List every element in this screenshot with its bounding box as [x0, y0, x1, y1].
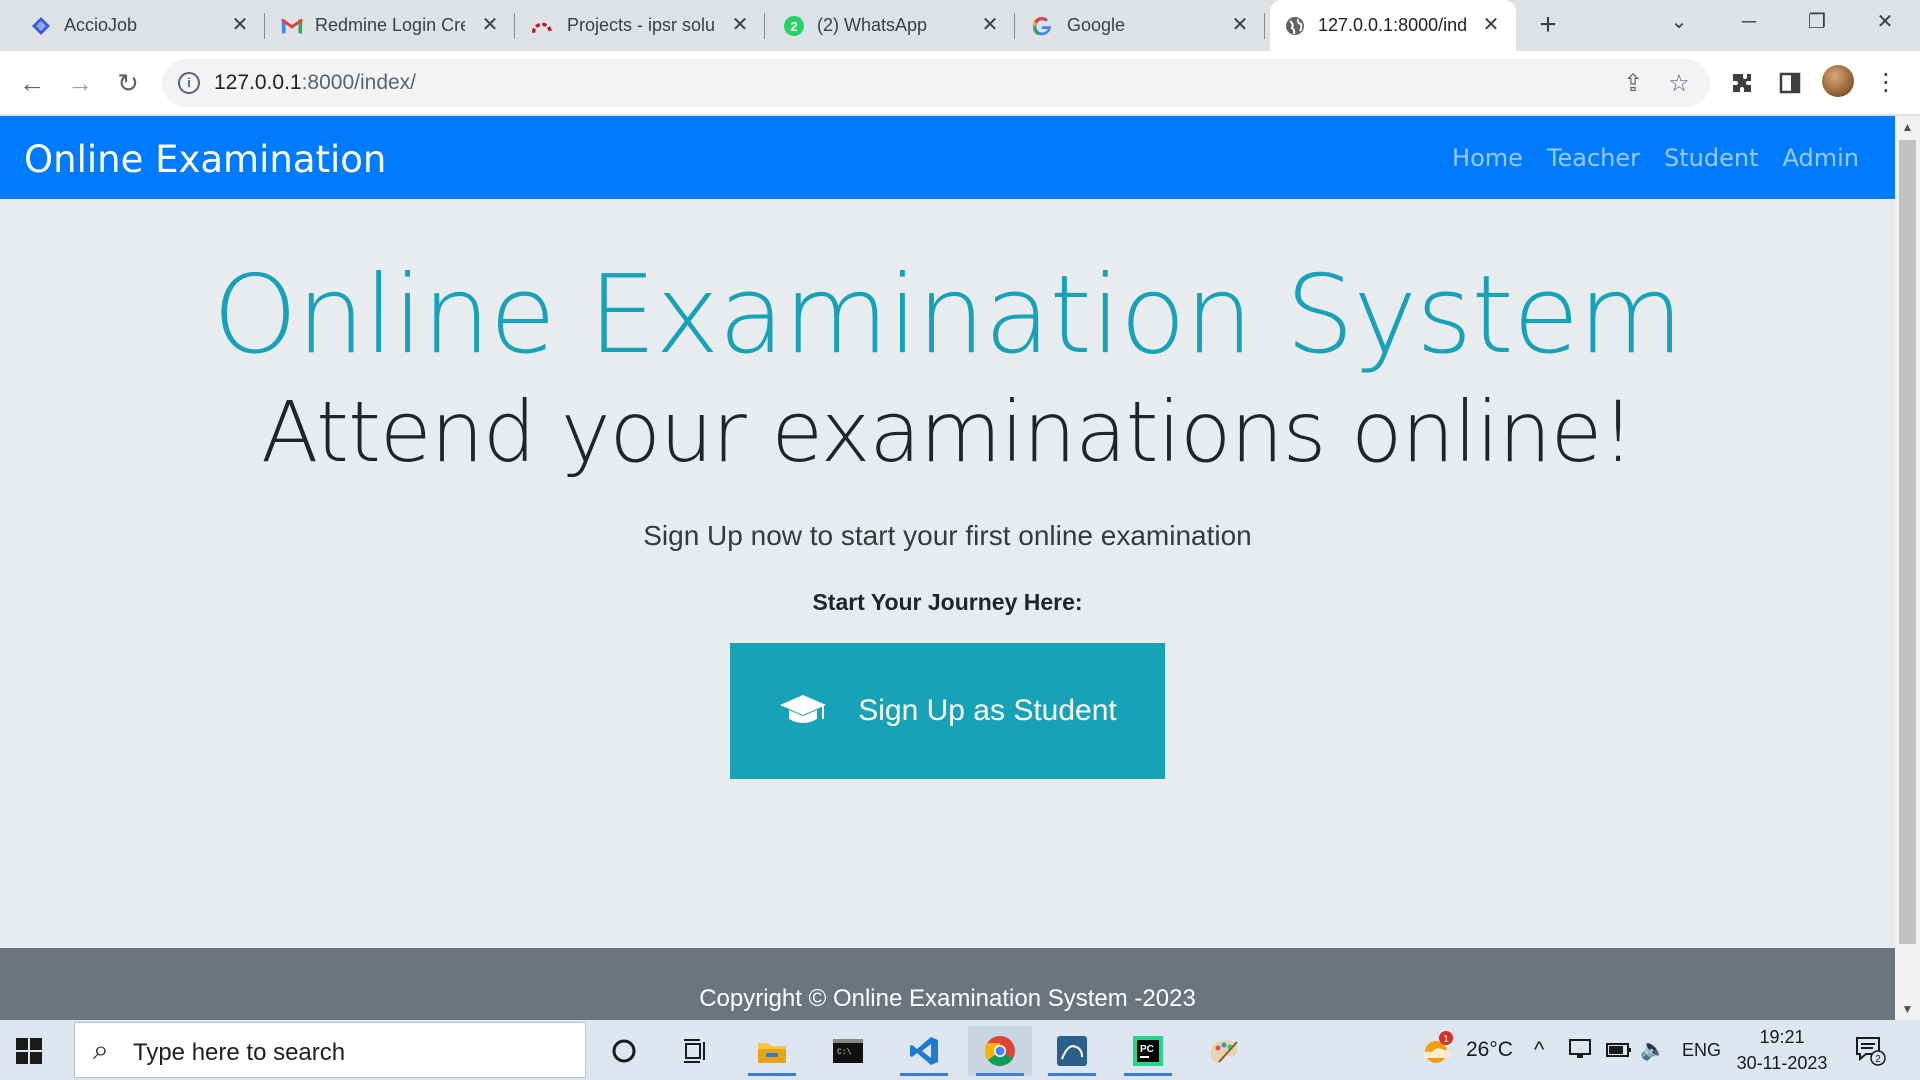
scrollbar-thumb[interactable]	[1899, 140, 1916, 944]
windows-start-icon[interactable]	[12, 1034, 46, 1068]
minimize-icon[interactable]: ─	[1715, 0, 1783, 44]
close-icon[interactable]: ✕	[977, 12, 1003, 38]
nav-link-home[interactable]: Home	[1452, 143, 1523, 173]
site-footer: Copyright © Online Examination System -2…	[0, 948, 1895, 1020]
site-info-icon[interactable]: i	[178, 72, 200, 94]
volume-icon[interactable]: 🔈	[1640, 1020, 1666, 1080]
redmine-icon	[531, 15, 553, 37]
terminal-icon[interactable]: C:\	[816, 1026, 880, 1076]
tab-gmail[interactable]: Redmine Login Cre ✕	[265, 0, 515, 51]
whatsapp-icon: 2	[783, 15, 805, 37]
close-window-icon[interactable]: ✕	[1851, 0, 1919, 44]
navbar-links: Home Teacher Student Admin	[1452, 143, 1859, 173]
scroll-down-icon[interactable]: ▼	[1895, 998, 1920, 1020]
close-icon[interactable]: ✕	[1478, 12, 1504, 38]
close-icon[interactable]: ✕	[727, 12, 753, 38]
profile-avatar[interactable]	[1822, 65, 1854, 97]
globe-icon	[1284, 15, 1306, 37]
svg-text:PC: PC	[1140, 1044, 1154, 1055]
hero-title: Online Examination System	[212, 253, 1684, 378]
chrome-icon[interactable]	[968, 1026, 1032, 1076]
taskbar-search-placeholder: Type here to search	[133, 1039, 346, 1066]
sign-up-student-label: Sign Up as Student	[858, 694, 1117, 727]
tab-strip: AccioJob ✕ Redmine Login Cre ✕ Projects …	[0, 0, 1920, 51]
file-explorer-icon[interactable]	[740, 1026, 804, 1076]
tab-label: Projects - ipsr solu	[567, 15, 716, 35]
graduation-cap-icon	[778, 693, 828, 729]
notifications-icon[interactable]: 2	[1854, 1020, 1886, 1080]
reload-icon[interactable]: ↻	[110, 65, 146, 101]
more-menu-icon[interactable]: ⋮	[1870, 67, 1902, 99]
close-icon[interactable]: ✕	[227, 12, 253, 38]
extensions-puzzle-icon[interactable]	[1726, 67, 1758, 99]
hero-lead: Sign Up now to start your first online e…	[643, 520, 1252, 551]
windows-taskbar: ⌕ Type here to search C:\ PC 1 26°C ^ 🔈 …	[0, 1020, 1920, 1080]
back-arrow-icon[interactable]: ←	[14, 65, 50, 101]
battery-icon[interactable]	[1606, 1020, 1632, 1080]
mysql-workbench-icon[interactable]	[1040, 1026, 1104, 1076]
search-icon: ⌕	[93, 1034, 109, 1065]
language-indicator[interactable]: ENG	[1682, 1020, 1721, 1080]
scroll-up-icon[interactable]: ▲	[1895, 116, 1920, 138]
share-icon[interactable]: ⇪	[1618, 69, 1648, 99]
tab-acciojob[interactable]: AccioJob ✕	[0, 0, 265, 51]
close-icon[interactable]: ✕	[477, 12, 503, 38]
cortana-icon[interactable]	[592, 1026, 656, 1076]
svg-text:2: 2	[790, 19, 797, 34]
pycharm-icon[interactable]: PC	[1116, 1026, 1180, 1076]
vscode-icon[interactable]	[892, 1026, 956, 1076]
google-icon	[1031, 15, 1053, 37]
nav-link-student[interactable]: Student	[1664, 143, 1758, 173]
nav-link-admin[interactable]: Admin	[1783, 143, 1860, 173]
journey-heading: Start Your Journey Here:	[812, 589, 1083, 615]
new-tab-icon[interactable]: +	[1532, 10, 1564, 42]
footer-copyright: Copyright © Online Examination System -2…	[699, 985, 1196, 1012]
tab-label: AccioJob	[64, 15, 138, 35]
taskbar-clock[interactable]: 19:21 30-11-2023	[1727, 1024, 1837, 1076]
browser-toolbar: ← → ↻ i 127.0.0.1:8000/index/ ⇪ ☆ ⋮	[0, 51, 1920, 115]
address-bar[interactable]: i 127.0.0.1:8000/index/ ⇪ ☆	[162, 59, 1710, 107]
sign-up-student-button[interactable]: Sign Up as Student	[730, 643, 1165, 779]
gmail-icon	[281, 15, 303, 37]
tab-search-chevron-icon[interactable]: ⌄	[1645, 0, 1713, 44]
paint-icon[interactable]	[1192, 1026, 1256, 1076]
tab-google[interactable]: Google ✕	[1015, 0, 1265, 51]
temperature-label[interactable]: 26°C	[1466, 1020, 1513, 1080]
close-icon[interactable]: ✕	[1227, 12, 1253, 38]
site-navbar: Online Examination Home Teacher Student …	[0, 116, 1895, 199]
tab-label: (2) WhatsApp	[817, 15, 928, 35]
tab-whatsapp[interactable]: 2 (2) WhatsApp ✕	[765, 0, 1015, 51]
page-viewport: Online Examination Home Teacher Student …	[0, 116, 1895, 1020]
weather-icon[interactable]: 1	[1416, 1020, 1456, 1080]
navbar-brand[interactable]: Online Examination	[24, 138, 386, 182]
network-icon[interactable]	[1568, 1020, 1592, 1080]
clock-time: 19:21	[1759, 1027, 1805, 1047]
task-view-icon[interactable]	[664, 1026, 728, 1076]
nav-link-teacher[interactable]: Teacher	[1547, 143, 1640, 173]
svg-text:C:\: C:\	[837, 1048, 852, 1057]
forward-arrow-icon[interactable]: →	[62, 65, 98, 101]
restore-icon[interactable]: ❐	[1783, 0, 1851, 44]
page-scrollbar[interactable]: ▲ ▼	[1895, 116, 1920, 1020]
tab-localhost[interactable]: 127.0.0.1:8000/ind ✕	[1270, 0, 1516, 51]
svg-text:2: 2	[1875, 1054, 1881, 1065]
clock-date: 30-11-2023	[1736, 1053, 1828, 1073]
hero-subtitle: Attend your examinations online!	[261, 383, 1635, 481]
tab-separator	[1264, 13, 1265, 39]
tab-label: Redmine Login Cre	[315, 15, 465, 35]
taskbar-search-input[interactable]: ⌕ Type here to search	[74, 1022, 586, 1078]
svg-text:1: 1	[1443, 1034, 1449, 1045]
tab-label: Google	[1067, 15, 1126, 35]
acciojob-logo-icon	[30, 15, 52, 37]
chevron-up-icon[interactable]: ^	[1534, 1020, 1544, 1080]
address-url[interactable]: 127.0.0.1:8000/index/	[214, 71, 416, 95]
tab-label: 127.0.0.1:8000/ind	[1318, 15, 1468, 35]
side-panel-icon[interactable]	[1774, 67, 1806, 99]
tab-projects[interactable]: Projects - ipsr solu ✕	[515, 0, 765, 51]
bookmark-star-icon[interactable]: ☆	[1664, 69, 1694, 99]
